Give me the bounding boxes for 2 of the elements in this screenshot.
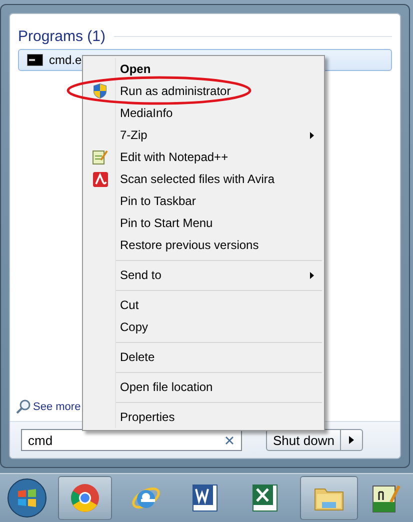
section-title: Programs (1)	[18, 28, 106, 45]
program-label: cmd.e	[49, 53, 82, 67]
